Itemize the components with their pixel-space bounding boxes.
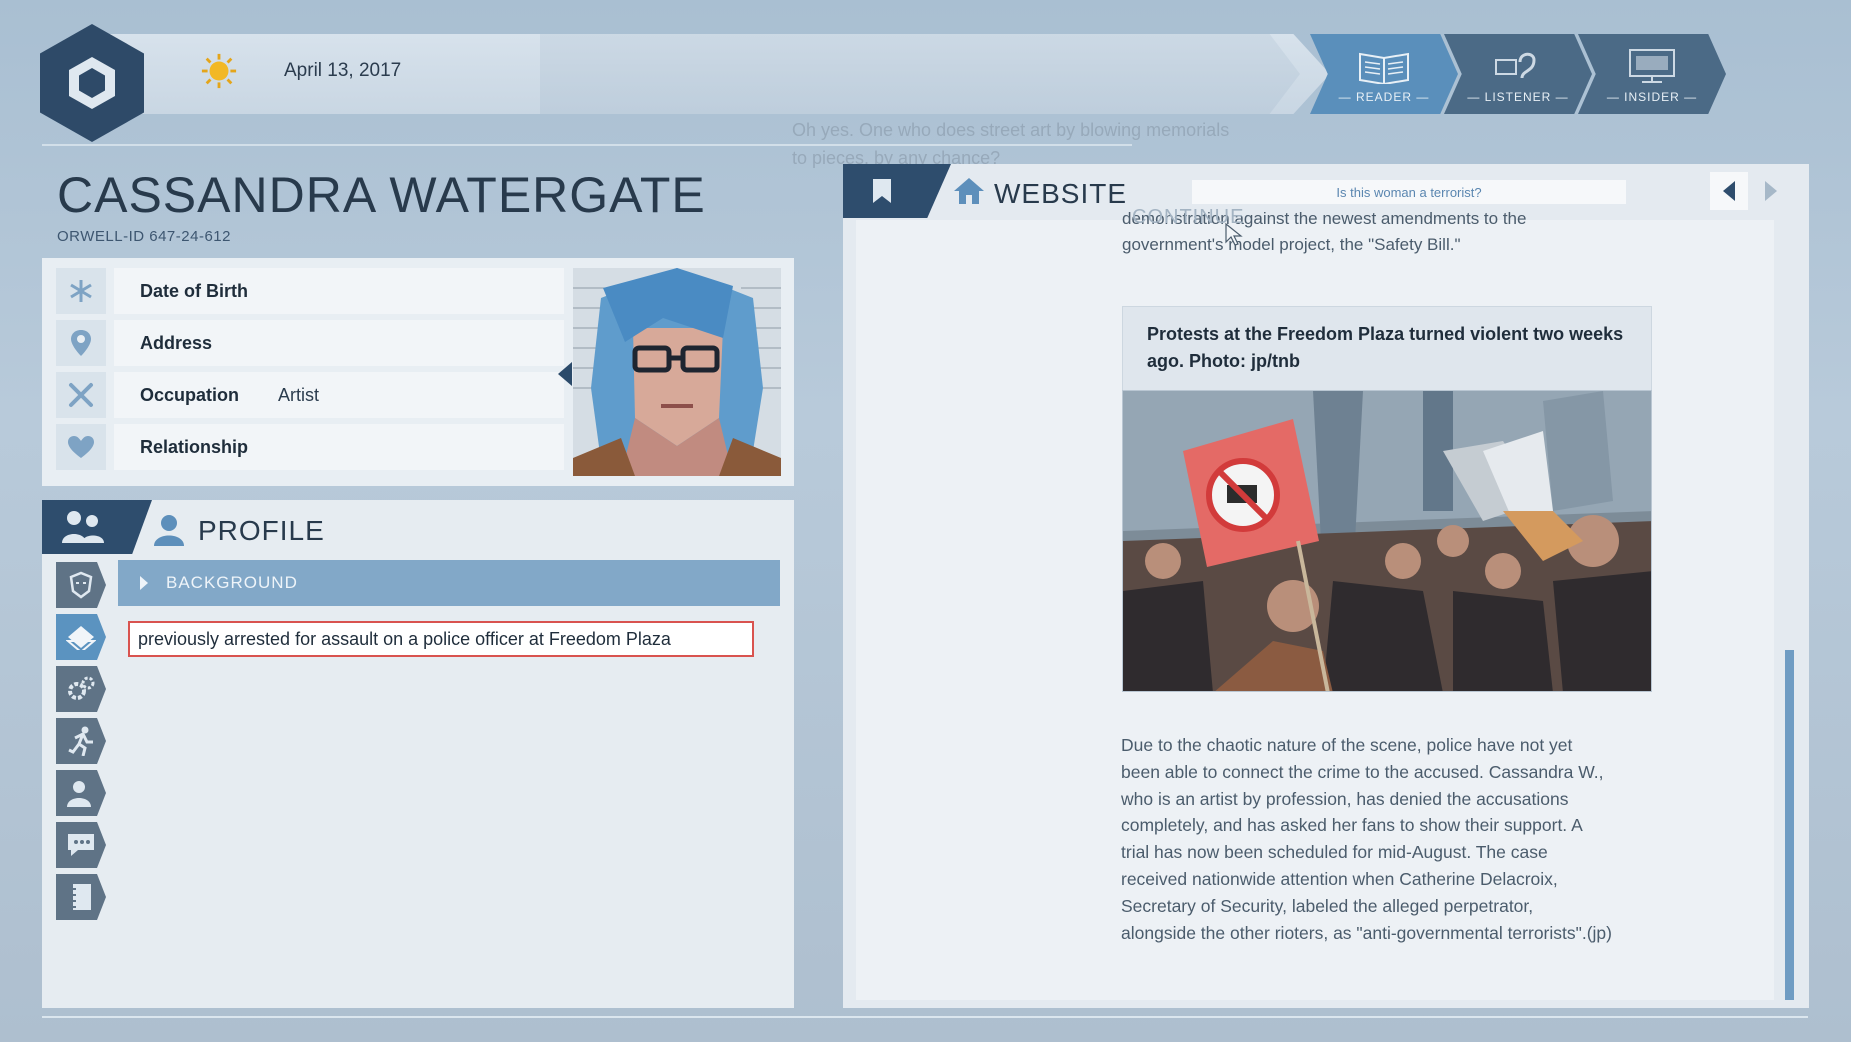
location-pin-icon xyxy=(56,320,106,366)
article-line: completely, and has asked her fans to sh… xyxy=(1121,815,1583,836)
article-intro-line2: government's model project, the "Safety … xyxy=(1122,235,1461,254)
mode-reader-label: — READER — xyxy=(1338,90,1430,104)
side-notebook-button[interactable] xyxy=(56,874,106,920)
monitor-icon xyxy=(1629,49,1675,83)
ear-icon xyxy=(1495,52,1536,79)
tools-icon xyxy=(56,372,106,418)
article-line: who is an artist by profession, has deni… xyxy=(1121,788,1569,809)
expand-triangle-icon xyxy=(140,576,148,590)
occupation-label: Occupation xyxy=(140,384,240,405)
chat-icon xyxy=(68,834,94,856)
side-runner-button[interactable] xyxy=(56,718,106,764)
mode-insider-label: — INSIDER — xyxy=(1606,90,1698,104)
arrow-left-icon xyxy=(1723,181,1735,201)
date-of-birth-label: Date of Birth xyxy=(140,280,248,301)
home-icon xyxy=(954,178,984,204)
article-body: Due to the chaotic nature of the scene, … xyxy=(1121,732,1661,946)
article-line: Secretary of Security, labeled the alleg… xyxy=(1121,895,1534,916)
occupation-row[interactable]: Occupation Artist xyxy=(114,372,564,418)
mode-listener-button[interactable]: — LISTENER — xyxy=(1444,34,1592,114)
prev-page-button[interactable] xyxy=(1710,172,1748,210)
heart-icon xyxy=(56,424,106,470)
top-bar-ghost-segment xyxy=(540,34,1300,114)
profile-title: PROFILE xyxy=(198,515,325,546)
date-of-birth-row[interactable]: Date of Birth xyxy=(114,268,564,314)
article-line: alongside the other rioters, as "anti-go… xyxy=(1121,922,1612,943)
relationship-row[interactable]: Relationship xyxy=(114,424,564,470)
website-scrollbar-thumb[interactable] xyxy=(1785,650,1794,1000)
mode-reader-button[interactable]: — READER — xyxy=(1310,34,1458,114)
side-gears-button[interactable] xyxy=(56,666,106,712)
address-row[interactable]: Address xyxy=(114,320,564,366)
mode-listener-label: — LISTENER — xyxy=(1467,90,1569,104)
website-search-field[interactable]: Is this woman a terrorist? xyxy=(1192,180,1626,204)
bookmark-icon xyxy=(873,179,891,203)
article-line: been able to connect the crime to the ac… xyxy=(1121,761,1604,782)
person-portrait[interactable] xyxy=(573,268,781,476)
user-silhouette-icon xyxy=(67,781,91,807)
background-section-header[interactable]: BACKGROUND xyxy=(118,560,780,606)
ghost-subtitle-line1: Oh yes. One who does street art by blowi… xyxy=(792,120,1230,140)
notebook-icon xyxy=(71,884,91,910)
occupation-value: Artist xyxy=(278,384,320,405)
address-label: Address xyxy=(140,332,213,353)
current-date: April 13, 2017 xyxy=(284,60,402,81)
profile-fact-entry[interactable]: previously arrested for assault on a pol… xyxy=(128,621,754,657)
relationship-label: Relationship xyxy=(140,436,249,457)
photo-caption: Protests at the Freedom Plaza turned vio… xyxy=(1122,306,1652,392)
website-title: WEBSITE xyxy=(994,178,1128,209)
person-name: CASSANDRA WATERGATE xyxy=(57,167,706,223)
group-icon xyxy=(62,511,104,543)
footer-divider xyxy=(42,1016,1808,1018)
gears-icon xyxy=(68,676,95,700)
mode-insider-button[interactable]: — INSIDER — xyxy=(1578,34,1726,114)
runner-icon xyxy=(68,726,93,756)
person-icon xyxy=(154,515,184,546)
article-line: Due to the chaotic nature of the scene, … xyxy=(1121,735,1573,755)
background-section-label: BACKGROUND xyxy=(166,573,298,592)
mouse-cursor-icon xyxy=(1225,222,1243,246)
book-icon xyxy=(1359,52,1409,84)
portrait-arrow-icon xyxy=(558,362,572,386)
protest-photo[interactable] xyxy=(1122,390,1652,692)
asterisk-icon xyxy=(56,268,106,314)
article-line: received nationwide attention when Cathe… xyxy=(1121,868,1558,889)
header-divider xyxy=(42,144,1132,146)
side-tag-button[interactable] xyxy=(56,614,106,660)
article-line: trial has now been scheduled for mid-Aug… xyxy=(1121,842,1548,863)
sun-weather-icon xyxy=(201,53,237,89)
face-icon xyxy=(69,571,93,599)
tag-icon xyxy=(66,626,96,650)
side-person-button[interactable] xyxy=(56,770,106,816)
orwell-id: ORWELL-ID 647-24-612 xyxy=(57,228,231,245)
side-face-button[interactable] xyxy=(56,562,106,608)
side-chat-button[interactable] xyxy=(56,822,106,868)
next-page-button[interactable] xyxy=(1752,172,1790,210)
arrow-right-icon xyxy=(1765,181,1777,201)
